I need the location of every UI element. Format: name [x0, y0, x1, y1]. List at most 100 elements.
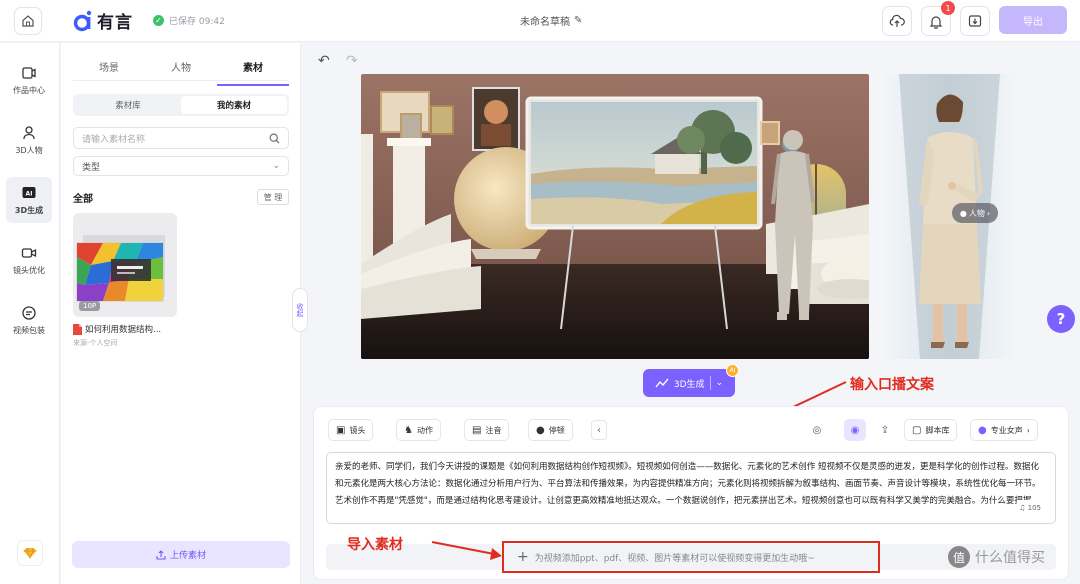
- bell-icon: [929, 15, 943, 29]
- nav-item-3d-person[interactable]: 3D人物: [6, 117, 52, 163]
- settings-circle-icon: ◎: [812, 424, 822, 436]
- vip-button[interactable]: [17, 540, 43, 566]
- works-icon: [20, 64, 38, 82]
- collapse-panel-button[interactable]: 收起: [292, 288, 308, 332]
- material-source-switch: 素材库 我的素材: [73, 94, 289, 116]
- camera-tool-button[interactable]: ▣ 镜头: [328, 419, 374, 441]
- pause-tool-button[interactable]: ● 停顿: [528, 419, 573, 441]
- nav-item-works[interactable]: 作品中心: [6, 57, 52, 103]
- settings-tool-button[interactable]: ◎: [806, 419, 828, 441]
- chevron-left-icon: ‹: [597, 424, 601, 436]
- chevron-down-icon: ⌄: [272, 161, 280, 171]
- segment-my-materials[interactable]: 我的素材: [181, 96, 287, 114]
- type-select-value: 类型: [82, 162, 101, 173]
- person-select-button[interactable]: ● 人物 ›: [952, 203, 998, 223]
- share-icon: ⇪: [880, 424, 890, 436]
- top-bar: 有言 ✓ 已保存 09:42 未命名草稿 ✎ 1 导出: [0, 0, 1080, 42]
- saved-check-icon: ✓: [153, 15, 164, 26]
- notification-button[interactable]: 1: [921, 1, 955, 36]
- search-icon[interactable]: [269, 133, 280, 144]
- home-icon: [22, 15, 34, 27]
- trend-chart-icon: [655, 378, 669, 388]
- script-textarea[interactable]: 亲爱的老师、同学们，我们今天讲授的课题是《如何利用数据结构创作短视频》。短视频如…: [326, 452, 1056, 524]
- script-library-button[interactable]: ▢ 脚本库: [904, 419, 958, 441]
- pdf-file-icon: [73, 323, 82, 335]
- nav-item-camera-optimize[interactable]: 镜头优化: [6, 237, 52, 283]
- generate-label: 3D生成: [673, 379, 705, 390]
- export-button[interactable]: 导出: [999, 6, 1067, 34]
- scene-image: [361, 74, 869, 359]
- pause-icon: ●: [536, 424, 545, 436]
- nav-item-3d-generate[interactable]: AI 3D生成: [6, 177, 52, 223]
- edit-pencil-icon[interactable]: ✎: [574, 15, 582, 26]
- document-title[interactable]: 未命名草稿 ✎: [520, 13, 582, 28]
- avatar-preview[interactable]: [879, 74, 1020, 359]
- char-count: ♫ 105: [1017, 500, 1043, 517]
- home-button[interactable]: [14, 7, 42, 35]
- asset-thumbnail[interactable]: 10P: [73, 213, 177, 317]
- nav-item-label: 3D人物: [15, 146, 43, 155]
- toolbar-collapse-button[interactable]: ‹: [591, 420, 607, 440]
- tool-label: 镜头: [349, 425, 366, 435]
- action-icon: ♞: [404, 424, 413, 436]
- camera-optimize-icon: [20, 244, 38, 262]
- logo-mark-icon: [73, 10, 93, 32]
- asset-source: 来源-个人空间: [73, 339, 118, 347]
- diamond-icon: [23, 547, 37, 559]
- app-logo[interactable]: 有言: [73, 8, 133, 33]
- script-annotation-label: 输入口播文案: [850, 377, 934, 393]
- pinyin-icon: ▤: [472, 424, 482, 436]
- watermark-logo-icon: 值: [948, 546, 970, 568]
- scene-preview[interactable]: [361, 74, 869, 359]
- save-status: ✓ 已保存 09:42: [153, 14, 225, 27]
- ai-assist-button[interactable]: ◉: [844, 419, 866, 441]
- pinyin-tool-button[interactable]: ▤ 注音: [464, 419, 510, 441]
- tool-label: 动作: [416, 425, 433, 435]
- nav-item-label: 3D生成: [14, 206, 44, 215]
- manage-button[interactable]: 管 理: [257, 189, 289, 205]
- upload-material-button[interactable]: 上传素材: [72, 541, 290, 568]
- action-tool-button[interactable]: ♞ 动作: [396, 419, 441, 441]
- voice-avatar-icon: ●: [978, 424, 987, 436]
- cloud-upload-icon: [889, 14, 905, 27]
- asset-name: 如何利用数据结构...: [73, 323, 161, 335]
- save-status-text: 已保存 09:42: [169, 17, 225, 27]
- tab-material[interactable]: 素材: [217, 59, 289, 86]
- left-nav: 作品中心 3D人物 AI 3D生成 镜头优化 视频包装: [0, 43, 60, 584]
- all-label: 全部: [73, 194, 93, 205]
- nav-item-video-package[interactable]: 视频包装: [6, 297, 52, 343]
- char-count-value: 105: [1027, 504, 1041, 512]
- search-placeholder: 请输入素材名称: [82, 134, 146, 145]
- nav-item-label: 作品中心: [13, 86, 45, 95]
- script-text: 亲爱的老师、同学们，我们今天讲授的课题是《如何利用数据结构创作短视频》。短视频如…: [335, 462, 1041, 506]
- nav-item-label: 视频包装: [13, 326, 45, 335]
- nav-item-label: 镜头优化: [13, 266, 45, 275]
- plus-icon: +: [517, 549, 529, 565]
- script-library-icon: ▢: [912, 424, 922, 436]
- import-annotation-label: 导入素材: [347, 537, 403, 553]
- panel-tabs: 场景 人物 素材: [73, 59, 289, 86]
- watermark-text: 什么值得买: [975, 550, 1045, 566]
- import-annotation-arrow-icon: [431, 541, 502, 560]
- redo-icon[interactable]: ↷: [346, 53, 358, 69]
- voice-label: 专业女声: [990, 425, 1023, 435]
- type-select[interactable]: 类型 ⌄: [73, 156, 289, 176]
- import-material-prompt[interactable]: + 为视频添加ppt、pdf、视频、图片等素材可以使视频变得更加生动哦~: [517, 549, 815, 565]
- script-library-label: 脚本库: [925, 425, 950, 435]
- help-button[interactable]: ?: [1047, 305, 1075, 333]
- notification-badge: 1: [941, 1, 955, 15]
- chevron-right-icon: ›: [1026, 425, 1030, 435]
- tab-person[interactable]: 人物: [159, 59, 203, 80]
- share-tool-button[interactable]: ⇪: [874, 419, 896, 441]
- undo-icon[interactable]: ↶: [318, 53, 330, 69]
- tool-label: 注音: [485, 425, 502, 435]
- download-button[interactable]: [960, 6, 990, 36]
- upload-icon: [156, 549, 166, 560]
- cloud-upload-button[interactable]: [882, 6, 912, 36]
- tab-scene[interactable]: 场景: [87, 59, 131, 80]
- material-search-input[interactable]: 请输入素材名称: [73, 127, 289, 149]
- voice-select-button[interactable]: ● 专业女声 ›: [970, 419, 1038, 441]
- segment-material-library[interactable]: 素材库: [75, 96, 181, 114]
- person-button-label: 人物: [968, 208, 985, 218]
- person3d-icon: [20, 124, 38, 142]
